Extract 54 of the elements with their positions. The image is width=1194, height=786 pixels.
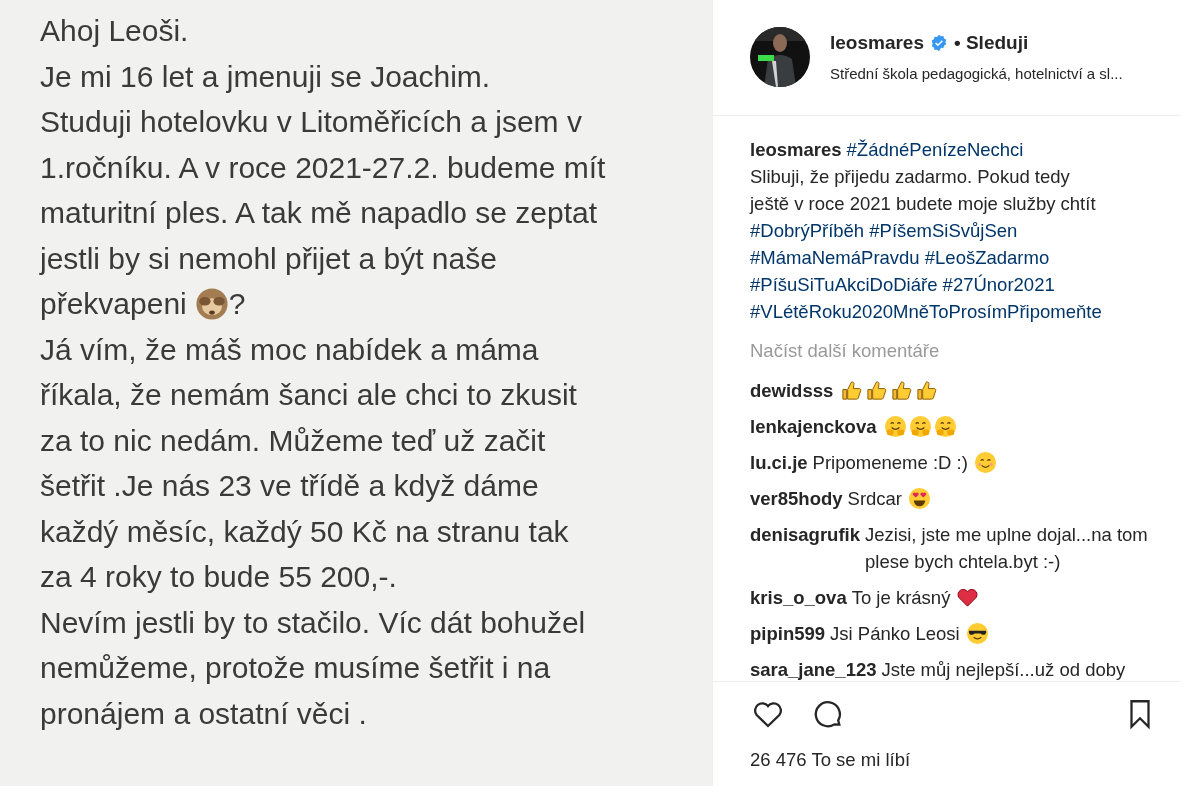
- username-link[interactable]: dewidsss: [750, 376, 834, 404]
- username-link[interactable]: lu.ci.je: [750, 448, 808, 476]
- username-link[interactable]: lenkajenckova: [750, 412, 877, 440]
- comment-text: Jste můj nejlepší...už od doby: [881, 657, 1126, 682]
- note-line: překvapeni: [40, 286, 187, 322]
- note-line: každý měsíc, každý 50 Kč na stranu tak: [40, 513, 569, 550]
- username-link[interactable]: denisagrufik: [750, 520, 860, 548]
- note-line: ?: [228, 286, 246, 322]
- thumbs-up-icon: [840, 378, 864, 402]
- thumbs-up-icon: [865, 378, 889, 402]
- monkey-icon: [194, 286, 229, 321]
- note-line: za to nic nedám. Můžeme teď už začit: [40, 422, 546, 459]
- hugging-face-icon: [933, 414, 957, 438]
- comment-text: Pripomeneme :D :): [812, 450, 968, 475]
- caption-text: ještě v roce 2021 budete moje služby chtít: [750, 192, 1096, 216]
- caption-text: Slibuji, že přijedu zadarmo. Pokud tedy: [750, 165, 1070, 189]
- comment-text: To je krásný: [851, 585, 951, 610]
- hugging-face-icon: [908, 414, 932, 438]
- comment-text: Jezisi, jste me uplne dojal...na tom plese bych chtela.byt :-): [865, 522, 1149, 574]
- hashtag-link[interactable]: #DobrýPříběh #PíšemSiSvůjSen: [750, 217, 1018, 244]
- smiling-face-icon: [973, 450, 997, 474]
- note-line: maturitní ples. A tak mě napadlo se zeptat: [40, 195, 597, 231]
- note-line: Ahoj Leoši.: [40, 13, 189, 49]
- note-line: za 4 roky to bude 55 200,-.: [40, 559, 397, 595]
- note-line: říkala, že nemám šanci ale chci to zkusit: [40, 377, 577, 413]
- hashtag-link[interactable]: #VLétěRoku2020MněToProsímPřipomeňte: [750, 298, 1102, 325]
- hashtag-link[interactable]: #MámaNemáPravdu #LeošZadarmo: [750, 244, 1050, 271]
- hashtag-link[interactable]: #PíšuSiTuAkciDoDiáře #27Únor2021: [750, 271, 1055, 298]
- note-line: šetřit .Je nás 23 ve třídě a když dáme: [40, 468, 539, 504]
- heart-eyes-face-icon: [908, 486, 932, 510]
- username-link[interactable]: leosmares: [830, 28, 924, 57]
- comment-text: Jsi Pánko Leosi: [830, 621, 960, 646]
- thumbs-up-icon: [890, 378, 914, 402]
- username-link[interactable]: ver85hody: [750, 484, 843, 512]
- hashtag-link[interactable]: #ŽádnéPenízeNechci: [846, 136, 1024, 163]
- hugging-face-icon: [883, 414, 907, 438]
- sunglasses-face-icon: [965, 621, 989, 645]
- note-line: Studuji hotelovku v Litoměřicích a jsem v: [40, 104, 582, 140]
- username-link[interactable]: pipin599: [750, 619, 826, 647]
- follow-status-link[interactable]: • Sleduji: [954, 28, 1029, 57]
- thumbs-up-icon: [915, 378, 939, 402]
- likes-count: 26 476 To se mi líbí: [750, 748, 912, 773]
- comment-text: Srdcar: [847, 486, 903, 511]
- note-line: 1.ročníku. A v roce 2021-27.2. budeme mít: [40, 149, 606, 186]
- note-line: pronájem a ostatní věci .: [40, 695, 367, 732]
- note-line: Já vím, že máš moc nabídek a máma: [40, 331, 539, 368]
- username-link[interactable]: kris_o_ova: [750, 583, 847, 611]
- note-line: Je mi 16 let a jmenuji se Joachim.: [40, 58, 491, 95]
- username-link[interactable]: leosmares: [750, 136, 842, 163]
- location-link[interactable]: Střední škola pedagogická, hotelnictví a sl...: [830, 63, 1123, 86]
- note-line: nemůžeme, protože musíme šetřit i na: [40, 650, 551, 686]
- username-link[interactable]: sara_jane_123: [750, 655, 877, 682]
- note-line: Nevím jestli by to stačilo. Víc dát bohužel: [40, 604, 586, 641]
- note-line: jestli by si nemohl přijet a být naše: [40, 240, 497, 277]
